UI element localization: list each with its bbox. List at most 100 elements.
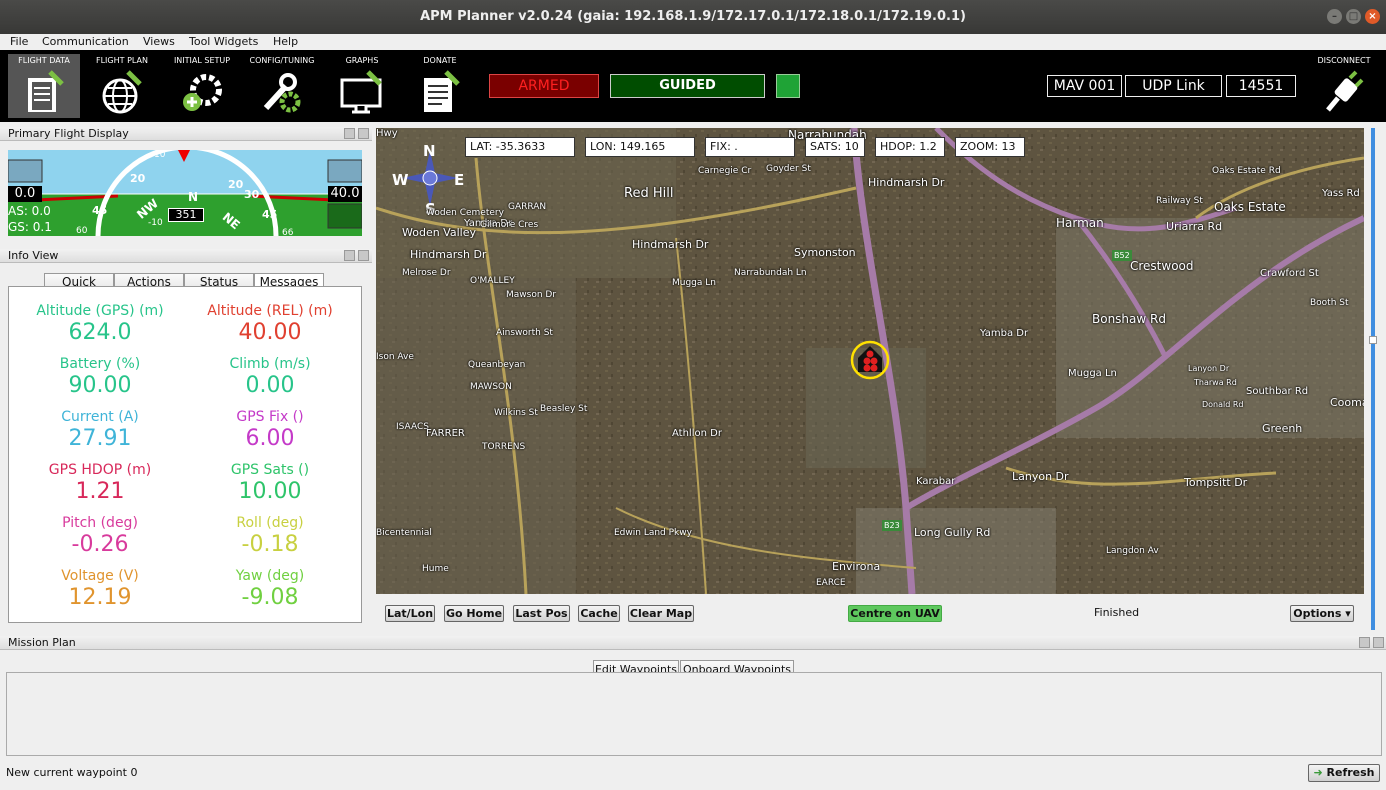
graphs-button[interactable]: GRAPHS — [326, 54, 398, 118]
road-badge-b52: B52 — [1112, 250, 1132, 261]
map-place-label: Mawson Dr — [506, 290, 557, 300]
armed-status: ARMED — [489, 74, 599, 98]
menu-file[interactable]: File — [10, 35, 28, 48]
float-icon[interactable] — [344, 128, 355, 139]
minimize-icon[interactable]: – — [1327, 9, 1342, 24]
scroll-handle[interactable] — [1369, 336, 1377, 344]
cache-button[interactable]: Cache — [578, 605, 620, 622]
map-place-label: Hwy — [376, 128, 398, 139]
chevron-down-icon: ▾ — [1341, 607, 1351, 620]
mission-content — [6, 672, 1382, 756]
map-place-label: Tharwa Rd — [1194, 378, 1237, 387]
map-place-label: Woden Cemetery — [426, 208, 504, 218]
map-compass-n: N — [423, 142, 436, 160]
close-icon[interactable]: × — [1365, 9, 1380, 24]
last-pos-button[interactable]: Last Pos — [513, 605, 570, 622]
map-place-label: Uriarra Rd — [1166, 220, 1223, 233]
pitch-mark-30: 30 — [244, 188, 260, 201]
maximize-icon[interactable]: □ — [1346, 9, 1361, 24]
pitch-mark-20-right: 20 — [228, 178, 244, 191]
menu-tool-widgets[interactable]: Tool Widgets — [189, 35, 258, 48]
map-place-label: Crawford St — [1260, 268, 1319, 279]
clipboard-icon — [28, 70, 64, 112]
map-compass-e: E — [454, 171, 465, 189]
info-cell: Climb (m/s) 0.00 — [185, 356, 355, 398]
flight-data-button[interactable]: FLIGHT DATA — [8, 54, 80, 118]
map-scrollbar[interactable] — [1366, 128, 1386, 630]
altitude-left-readout: 0.0 — [8, 186, 42, 202]
flight-mode-status: GUIDED — [610, 74, 765, 98]
refresh-button[interactable]: ➜ Refresh — [1308, 764, 1380, 782]
pfd-header: Primary Flight Display — [0, 127, 372, 141]
clear-map-button[interactable]: Clear Map — [628, 605, 694, 622]
mission-status: New current waypoint 0 — [6, 766, 138, 779]
map-place-label: Oaks Estate — [1214, 200, 1286, 214]
mission-title: Mission Plan — [8, 636, 76, 649]
window-title: APM Planner v2.0.24 (gaia: 192.168.1.9/1… — [420, 9, 966, 24]
refresh-icon: ➜ — [1313, 766, 1323, 779]
menu-help[interactable]: Help — [273, 35, 298, 48]
map-place-label: Symonston — [794, 246, 856, 259]
primary-flight-display: 10 20 20 30 45 45 -10 60 66 NW N NE 351 … — [8, 150, 362, 236]
status-indicator — [776, 74, 800, 98]
flight-plan-button[interactable]: FLIGHT PLAN — [86, 54, 158, 118]
donate-button[interactable]: DONATE — [404, 54, 476, 118]
map-place-label: EARCE — [816, 578, 846, 588]
options-label: Options — [1293, 607, 1342, 620]
info-cell-value: -0.26 — [71, 532, 129, 557]
flight-data-label: FLIGHT DATA — [18, 56, 70, 65]
info-cell-label: GPS HDOP (m) — [48, 462, 152, 478]
menu-communication[interactable]: Communication — [42, 35, 129, 48]
altitude-right-readout: 40.0 — [328, 186, 362, 202]
config-tuning-button[interactable]: CONFIG/TUNING — [246, 54, 318, 118]
map-place-label: Beasley St — [540, 404, 588, 414]
info-cell-label: Pitch (deg) — [62, 515, 138, 531]
map-sats: SATS: 10 — [805, 137, 865, 157]
map-place-label: O'MALLEY — [470, 276, 515, 286]
document-icon — [424, 70, 460, 112]
pitch-mark-45-left: 45 — [92, 204, 108, 217]
lat-lon-button[interactable]: Lat/Lon — [385, 605, 435, 622]
info-cell-value: 10.00 — [238, 479, 302, 504]
float-icon[interactable] — [1359, 637, 1370, 648]
map-place-label: Edwin Land Pkwy — [614, 528, 692, 538]
info-cell-value: 27.91 — [68, 426, 132, 451]
menu-views[interactable]: Views — [143, 35, 175, 48]
close-panel-icon[interactable] — [358, 128, 369, 139]
mission-header: Mission Plan — [0, 636, 1386, 650]
link-type[interactable]: UDP Link — [1125, 75, 1222, 97]
info-cell: Battery (%) 90.00 — [15, 356, 185, 398]
flight-plan-label: FLIGHT PLAN — [96, 56, 148, 65]
map-compass-w: W — [392, 171, 409, 189]
map-place-label: Harman — [1056, 216, 1104, 230]
scroll-track — [1371, 128, 1375, 630]
info-cell-label: GPS Fix () — [236, 409, 304, 425]
info-cell-value: 40.00 — [238, 320, 302, 345]
close-panel-icon[interactable] — [1373, 637, 1384, 648]
map-place-label: Lanyon Dr — [1012, 470, 1069, 483]
info-cell: Altitude (GPS) (m) 624.0 — [15, 303, 185, 345]
link-port[interactable]: 14551 — [1226, 75, 1296, 97]
initial-setup-button[interactable]: INITIAL SETUP — [166, 54, 238, 118]
go-home-button[interactable]: Go Home — [444, 605, 504, 622]
info-cell: GPS Fix () 6.00 — [185, 409, 355, 451]
monitor-icon — [340, 70, 382, 114]
map-place-label: Langdon Av — [1106, 546, 1159, 556]
map-view[interactable]: N W E S Narrabundah Red Hill Goyder St Carn… — [376, 128, 1364, 594]
float-icon[interactable] — [344, 250, 355, 261]
info-cell: Roll (deg) -0.18 — [185, 515, 355, 557]
info-cell-label: Climb (m/s) — [229, 356, 311, 372]
map-place-label: Oaks Estate Rd — [1212, 166, 1281, 176]
centre-on-uav-button[interactable]: Centre on UAV — [848, 605, 942, 622]
disconnect-button[interactable]: DISCONNECT — [1306, 54, 1382, 118]
map-place-label: Karabar — [916, 476, 956, 487]
close-panel-icon[interactable] — [358, 250, 369, 261]
options-dropdown[interactable]: Options ▾ — [1290, 605, 1354, 622]
pitch-mark-66: 66 — [282, 228, 294, 236]
map-place-label: Southbar Rd — [1246, 386, 1309, 397]
map-hdop: HDOP: 1.2 — [875, 137, 945, 157]
initial-setup-label: INITIAL SETUP — [173, 56, 231, 65]
map-place-label: Hume — [422, 564, 449, 574]
map-place-label: Mugga Ln — [1068, 368, 1117, 379]
attitude-indicator — [8, 150, 362, 236]
